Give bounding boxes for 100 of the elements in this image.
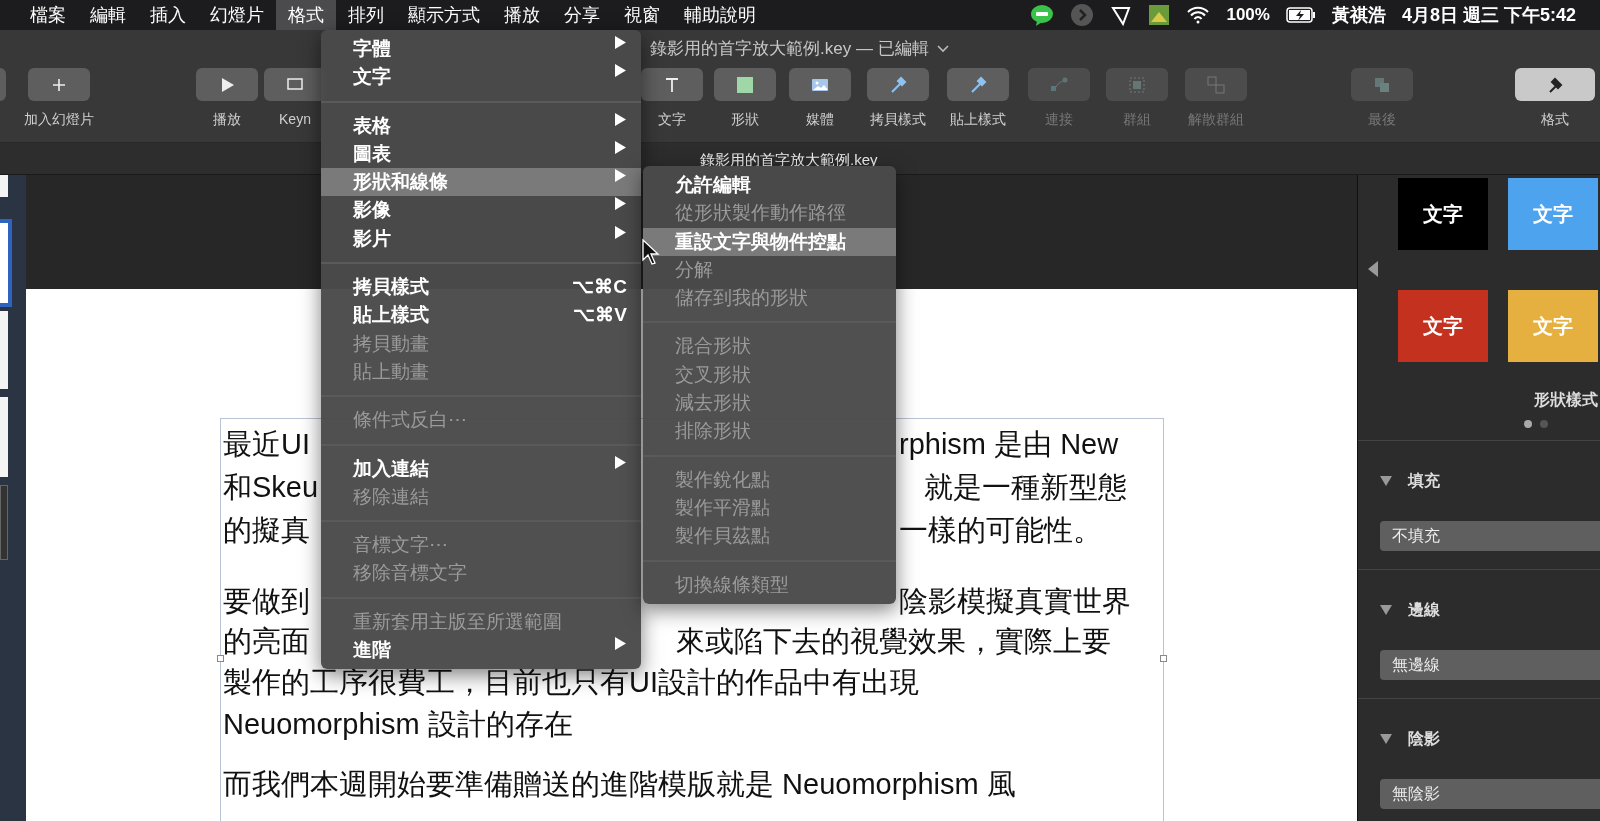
slide-text: Neuomorphism 設計的存在 [223, 707, 573, 742]
toolbar-label: 貼上樣式 [950, 110, 1006, 129]
menu-item[interactable]: 拷貝樣式 ⌥⌘C [321, 273, 641, 302]
battery-percent: 100% [1226, 4, 1270, 27]
ungroup-icon [1207, 75, 1225, 94]
menu-bar-item[interactable]: 輔助說明 [672, 0, 768, 30]
menu-item[interactable]: 字體 [321, 35, 641, 64]
section-title: 邊線 [1408, 600, 1440, 620]
section-title: 陰影 [1408, 729, 1440, 749]
square-icon [736, 75, 754, 94]
slide-thumbnail[interactable] [0, 311, 8, 389]
wifi-icon[interactable] [1186, 5, 1211, 25]
menu-bar-item[interactable]: 幻燈片 [198, 0, 276, 30]
page-dot[interactable] [1524, 420, 1532, 428]
toolbar-label: 解散群組 [1188, 110, 1244, 129]
popup-menu[interactable]: 無邊線 [1380, 650, 1600, 680]
eyedropper-icon [969, 75, 987, 94]
slide-text: 的亮面 [223, 624, 310, 659]
slide-text: 和Skeu [223, 470, 319, 505]
page-dot[interactable] [1540, 420, 1548, 428]
toolbar-label: 媒體 [806, 110, 834, 129]
menu-item[interactable]: 進階 [321, 636, 641, 665]
toolbar-label: 群組 [1123, 110, 1151, 129]
slide-text: 製作的工序很費工，目前也只有UI設計的作品中有出現 [223, 665, 919, 700]
eyedropper-icon [889, 75, 907, 94]
disclosure-triangle-icon[interactable] [1380, 476, 1392, 486]
section-title: 填充 [1408, 471, 1440, 491]
toolbar-button[interactable] [28, 68, 90, 101]
slide-text: 的擬真 [223, 513, 310, 548]
submenu-arrow-icon [614, 111, 627, 127]
menu-bar-item[interactable]: 顯示方式 [396, 0, 492, 30]
connection-line-icon [1050, 75, 1068, 94]
toolbar-button[interactable] [196, 68, 258, 101]
toolbar-button[interactable] [714, 68, 776, 101]
slide-text: 最近UI [223, 427, 310, 462]
menu-item[interactable]: 表格 [321, 111, 641, 140]
menu-bar-item[interactable]: 視窗 [612, 0, 672, 30]
menu-item[interactable]: 加入連結 [321, 454, 641, 483]
menu-bar-item[interactable]: 格式 [276, 0, 336, 30]
toolbar-label: 形狀 [731, 110, 759, 129]
menu-item[interactable]: 文字 [321, 63, 641, 92]
menu-bar-item[interactable]: 播放 [492, 0, 552, 30]
menu-bar-item[interactable]: 插入 [138, 0, 198, 30]
resize-handle[interactable] [1160, 655, 1167, 662]
toolbar-label: 拷貝樣式 [870, 110, 926, 129]
text-icon [663, 75, 681, 94]
menu-bar-item[interactable]: 編輯 [78, 0, 138, 30]
submenu-arrow-icon [614, 139, 627, 155]
menu-bar-item[interactable]: 排列 [336, 0, 396, 30]
toolbar-button[interactable] [867, 68, 929, 101]
slide-thumbnail[interactable] [0, 175, 8, 197]
menu-item[interactable]: 貼上樣式 ⌥⌘V [321, 301, 641, 330]
slide-text: 來或陷下去的視覺效果，實際上要 [676, 624, 1111, 659]
slide-text: rphism 是由 New [899, 427, 1119, 462]
slide-thumbnail[interactable] [0, 397, 8, 477]
submenu-arrow-icon [614, 35, 627, 50]
section-title: 形狀樣式 [1533, 390, 1599, 410]
menu-bar-item[interactable]: 分享 [552, 0, 612, 30]
menu-item[interactable]: 重設文字與物件控點 [643, 227, 896, 256]
slide-thumbnail[interactable] [0, 485, 8, 560]
toolbar-label: 格式 [1541, 110, 1569, 129]
menu-item[interactable]: 影像 [321, 196, 641, 225]
slide-text: 而我們本週開始要準備贈送的進階模版就是 Neuomorphism 風 [223, 767, 1016, 802]
battery-icon[interactable] [1285, 7, 1316, 23]
submenu-arrow-icon [614, 454, 627, 470]
toolbar-label: 最後 [1368, 110, 1396, 129]
toolbar-button[interactable] [789, 68, 851, 101]
group-icon [1128, 75, 1146, 94]
app-icon[interactable] [1148, 4, 1171, 26]
submenu-arrow-icon [614, 63, 627, 79]
menu-item[interactable]: 形狀和線條 [321, 168, 641, 197]
left-arrow-icon[interactable] [1368, 260, 1378, 277]
toolbar-button[interactable] [641, 68, 703, 101]
submenu-arrow-icon [614, 224, 627, 240]
toolbar-button[interactable] [947, 68, 1009, 101]
popup-menu[interactable]: 無陰影 [1380, 779, 1600, 809]
shape-style-swatch[interactable]: 文字 [1398, 290, 1488, 362]
shape-style-swatch[interactable]: 文字 [1398, 178, 1488, 250]
submenu-arrow-icon [614, 196, 627, 212]
popup-menu[interactable]: 不填充 [1380, 521, 1600, 551]
user-name[interactable]: 黃祺浩 [1331, 1, 1386, 29]
menu-item[interactable]: 影片 [321, 224, 641, 254]
resize-handle[interactable] [217, 655, 224, 662]
clock[interactable]: 4月8日 週三 下午5:42 [1401, 1, 1576, 29]
chevron-down-icon[interactable] [936, 44, 949, 53]
toolbar-button[interactable] [1515, 68, 1595, 101]
toolbar-label: 加入幻燈片 [24, 110, 94, 129]
toolbar-label: 文字 [658, 110, 686, 129]
menu-bar-item[interactable]: 檔案 [18, 0, 78, 30]
slide-text: 一樣的可能性。 [899, 513, 1102, 548]
slide-text: 陰影模擬真實世界 [899, 584, 1131, 619]
disclosure-triangle-icon[interactable] [1380, 734, 1392, 744]
speech-bubble-icon[interactable] [1030, 4, 1055, 26]
submenu-arrow-icon [614, 636, 627, 652]
disclosure-triangle-icon[interactable] [1380, 605, 1392, 615]
toolbar-label: 連接 [1045, 110, 1073, 129]
window-title: 錄影用的首字放大範例.key — 已編輯 [650, 37, 929, 60]
toolbar-label: Keyn [279, 110, 311, 129]
slide-text: 要做到 [223, 584, 310, 619]
stacked-squares-icon [1373, 75, 1391, 94]
